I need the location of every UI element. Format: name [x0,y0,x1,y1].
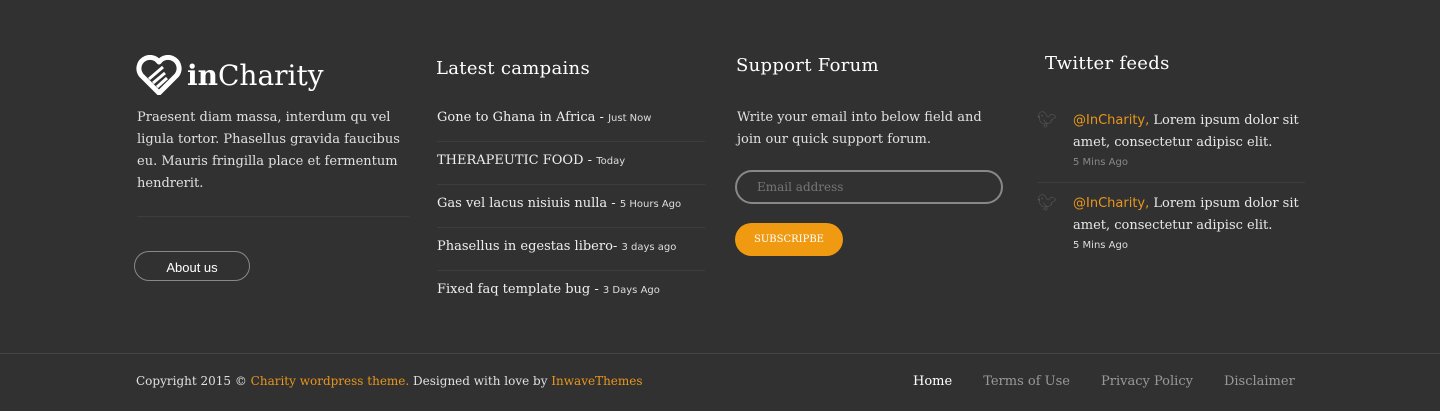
campaign-item[interactable]: Gas vel lacus nisiuis nulla - 5 Hours Ag… [437,185,705,228]
campaign-time: Today [596,156,626,167]
logo-bold: in [187,58,218,92]
inwave-link[interactable]: InwaveThemes [551,374,642,388]
campaign-list: Gone to Ghana in Africa - Just Now THERA… [437,99,705,314]
theme-link[interactable]: Charity wordpress theme. [251,374,410,388]
copyright: Copyright 2015 © Charity wordpress theme… [136,374,643,388]
campaign-time: 5 Hours Ago [619,199,682,210]
campaign-time: Just Now [608,113,652,124]
nav-disclaimer[interactable]: Disclaimer [1224,374,1295,389]
tweet: 🐦︎ @InCharity, Lorem ipsum dolor sit ame… [1037,183,1305,265]
campaign-title[interactable]: Gone to Ghana in Africa [437,110,595,125]
email-input[interactable] [735,170,1003,204]
subscribe-button[interactable]: SUBSCRIPBE [735,223,843,256]
campaign-item[interactable]: Fixed faq template bug - 3 Days Ago [437,271,705,314]
divider [137,216,409,217]
about-us-button[interactable]: About us [134,251,250,281]
logo-text: Charity [218,58,324,92]
footer-nav: Home Terms of Use Privacy Policy Disclai… [913,374,1295,389]
heart-hands-icon [136,55,182,95]
tweet-time: 5 Mins Ago [1073,240,1128,251]
campaign-time: 3 Days Ago [602,285,660,296]
tweet-handle[interactable]: @InCharity, [1073,113,1149,128]
campaign-item[interactable]: THERAPEUTIC FOOD - Today [437,142,705,185]
campaign-item[interactable]: Phasellus in egestas libero- 3 days ago [437,228,705,271]
twitter-title: Twitter feeds [1045,53,1170,74]
campaign-title[interactable]: Fixed faq template bug [437,282,590,297]
twitter-icon: 🐦︎ [1037,110,1058,129]
forum-title: Support Forum [736,55,879,76]
logo[interactable]: in Charity [135,55,324,95]
campaigns-title: Latest campains [436,58,590,79]
twitter-icon: 🐦︎ [1037,193,1058,212]
footer-divider [0,353,1440,354]
campaign-title[interactable]: THERAPEUTIC FOOD [437,153,584,168]
tweet-handle[interactable]: @InCharity, [1073,196,1149,211]
tweet-time: 5 Mins Ago [1073,157,1128,168]
twitter-list: 🐦︎ @InCharity, Lorem ipsum dolor sit ame… [1037,100,1305,265]
about-text: Praesent diam massa, interdum qu vel lig… [137,110,400,191]
nav-terms[interactable]: Terms of Use [983,374,1070,389]
forum-text: Write your email into below field and jo… [737,110,982,147]
tweet: 🐦︎ @InCharity, Lorem ipsum dolor sit ame… [1037,100,1305,183]
campaign-title[interactable]: Gas vel lacus nisiuis nulla [437,196,611,211]
designed-text: Designed with love by [409,374,552,388]
campaign-item[interactable]: Gone to Ghana in Africa - Just Now [437,99,705,142]
nav-privacy[interactable]: Privacy Policy [1101,374,1193,389]
campaign-title[interactable]: Phasellus in egestas libero [437,239,613,254]
campaign-time: 3 days ago [621,242,677,253]
nav-home[interactable]: Home [913,374,952,389]
copyright-text: Copyright 2015 © [136,374,251,388]
